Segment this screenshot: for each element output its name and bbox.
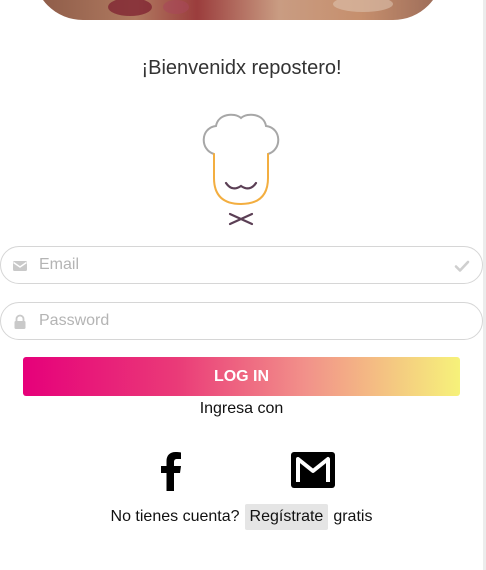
register-row: No tienes cuenta? Regístrate gratis [0, 503, 483, 530]
password-field-container [0, 302, 483, 340]
gmail-icon[interactable] [291, 452, 335, 488]
register-suffix: gratis [333, 507, 373, 525]
register-prompt: No tienes cuenta? [110, 507, 240, 525]
social-login-label: Ingresa con [199, 400, 284, 417]
login-button[interactable]: LOG IN [23, 357, 460, 396]
facebook-icon[interactable] [158, 451, 184, 491]
register-button[interactable]: Regístrate [244, 503, 329, 530]
envelope-icon [13, 261, 27, 271]
welcome-title: ¡Bienvenidx repostero! [141, 57, 342, 79]
header-image [33, 0, 443, 20]
check-icon [454, 260, 470, 272]
password-input[interactable] [39, 303, 439, 339]
lock-icon [14, 314, 26, 329]
chef-logo [202, 113, 280, 226]
email-input[interactable] [39, 247, 439, 283]
email-field-container [0, 246, 483, 284]
